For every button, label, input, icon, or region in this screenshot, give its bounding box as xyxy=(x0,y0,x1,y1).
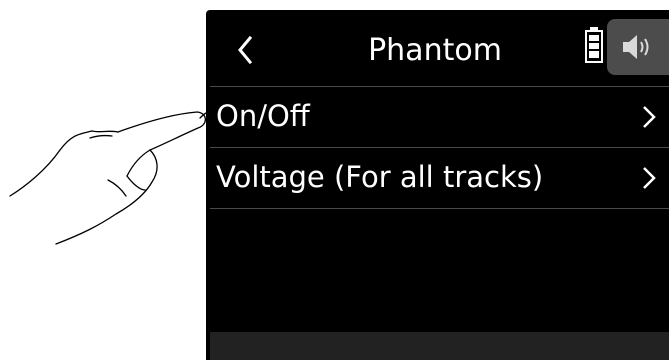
menu-item-label: On/Off xyxy=(216,99,310,133)
menu-item-label: Voltage (For all tracks) xyxy=(216,160,544,194)
speaker-icon xyxy=(623,35,649,59)
page-title: Phantom xyxy=(368,33,502,68)
chevron-right-icon xyxy=(643,167,656,189)
battery-icon xyxy=(584,26,604,64)
chevron-right-icon xyxy=(643,106,656,128)
menu-item-on-off[interactable]: On/Off xyxy=(210,87,669,148)
title-bar: Phantom xyxy=(210,14,669,87)
touch-screen: Phantom On/Off Voltage (For all tracks) xyxy=(210,14,669,360)
recorder-device: Phantom On/Off Voltage (For all tracks) xyxy=(206,10,669,360)
back-button[interactable] xyxy=(228,28,264,72)
chevron-left-icon xyxy=(238,35,253,65)
menu-item-voltage[interactable]: Voltage (For all tracks) xyxy=(210,148,669,209)
footer-bar xyxy=(210,332,669,360)
pointing-hand-icon xyxy=(9,111,207,245)
speaker-button[interactable] xyxy=(607,19,669,75)
